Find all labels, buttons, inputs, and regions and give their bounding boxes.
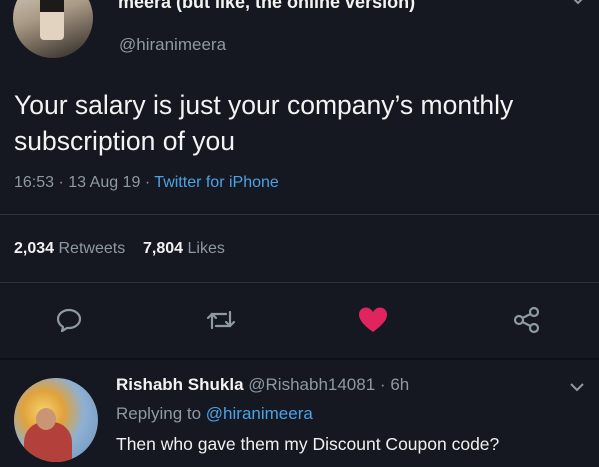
tweet-time: 16:53 [14,174,55,191]
avatar-figure [40,0,64,40]
like-button[interactable] [356,303,390,337]
reply-button[interactable] [52,303,86,337]
tweet-text: Your salary is just your company’s month… [14,90,514,156]
meta-separator: · [379,375,386,394]
retweet-icon [206,310,236,330]
avatar-figure [36,408,56,430]
reply-author-name[interactable]: Rishabh Shukla [116,375,244,394]
share-button[interactable] [510,303,544,337]
reply-text: Then who gave them my Discount Coupon co… [116,434,500,454]
reply-header: Rishabh Shukla @Rishabh14081 · 6h [116,375,409,395]
like-count: 7,804 [142,240,184,257]
reply-icon [56,308,82,333]
tweet-stats: 2,034 Retweets 7,804 Likes [14,240,225,258]
replying-prefix: Replying to [116,404,202,423]
tweet-date: 13 Aug 19 [68,174,141,191]
author-handle[interactable]: @hiranimeera [119,35,226,55]
tweet-client-link[interactable]: Twitter for iPhone [154,174,279,191]
chevron-down-icon[interactable] [568,0,588,10]
replying-to: Replying to @hiranimeera [116,404,313,424]
divider [0,214,599,215]
like-label: Likes [187,240,225,257]
retweet-count: 2,034 [14,240,55,257]
chevron-down-icon[interactable] [566,376,588,398]
author-display-name[interactable]: meera (but like, the online version) [118,0,415,13]
reply-age[interactable]: 6h [390,375,409,394]
meta-separator: · [144,174,151,191]
retweet-button[interactable] [204,303,238,337]
retweet-label: Retweets [58,240,126,257]
tweet-meta: 16:53 · 13 Aug 19 · Twitter for iPhone [14,174,279,192]
reply-author-avatar[interactable] [14,378,98,462]
reply-author-handle[interactable]: @Rishabh14081 [248,375,375,394]
heart-icon [359,307,387,332]
divider [0,282,599,283]
author-avatar[interactable] [13,0,93,58]
replying-handle-link[interactable]: @hiranimeera [206,404,313,423]
divider [0,358,599,360]
share-icon [513,306,540,334]
meta-separator: · [58,174,64,191]
retweets-stat[interactable]: 2,034 Retweets [14,240,125,257]
likes-stat[interactable]: 7,804 Likes [143,240,225,257]
